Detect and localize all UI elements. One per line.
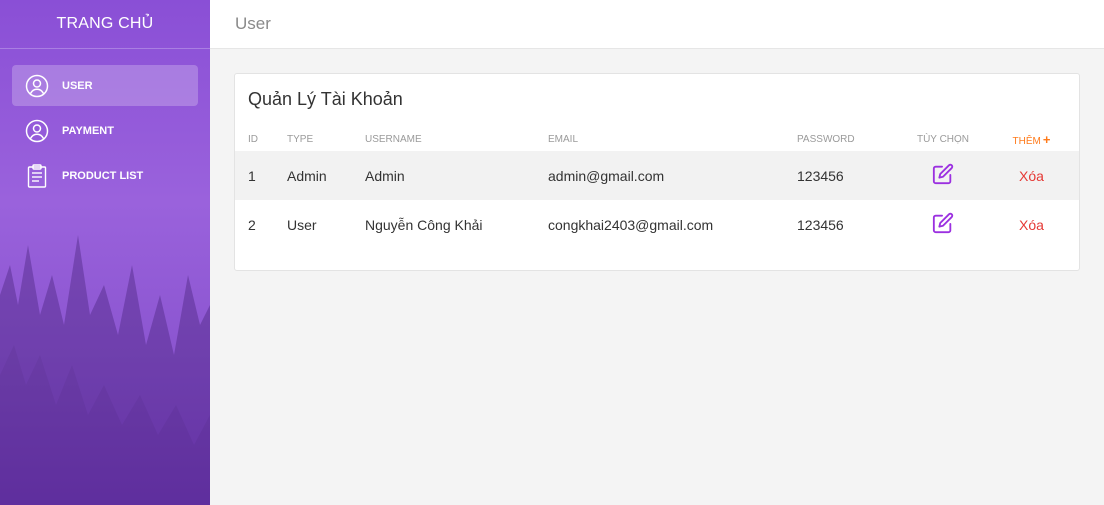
column-header-type: TYPE	[287, 133, 314, 145]
sidebar-nav: USER PAYMENT PRODUCT LIST	[0, 49, 210, 196]
user-circle-icon	[24, 118, 50, 144]
sidebar-item-label: USER	[62, 79, 93, 92]
column-header-email: EMAIL	[548, 133, 579, 145]
user-circle-icon	[24, 73, 50, 99]
cell-email: congkhai2403@gmail.com	[548, 216, 714, 233]
sidebar-item-label: PAYMENT	[62, 124, 114, 137]
cell-username: Nguyễn Công Khải	[365, 216, 483, 233]
column-header-username: USERNAME	[365, 133, 422, 145]
column-header-id: ID	[248, 133, 258, 145]
brand-title[interactable]: TRANG CHỦ	[0, 0, 210, 49]
cell-options	[902, 151, 984, 200]
cell-options	[902, 200, 984, 249]
top-bar: User	[210, 0, 1104, 49]
sidebar-item-label: PRODUCT LIST	[62, 169, 144, 182]
edit-icon[interactable]	[932, 212, 954, 234]
plus-icon: +	[1042, 131, 1051, 147]
table-header-row: ID TYPE USERNAME EMAIL PASSWORD TÙY CHỌN…	[235, 127, 1079, 151]
table-row: 1 Admin Admin admin@gmail.com 123456 Xóa	[235, 151, 1079, 200]
card-title: Quản Lý Tài Khoản	[248, 89, 403, 109]
page-title: User	[235, 14, 271, 33]
cell-username: Admin	[365, 151, 548, 200]
column-header-options: TÙY CHỌN	[916, 133, 970, 145]
add-label: THÊM	[1012, 135, 1041, 147]
cell-type: Admin	[287, 151, 365, 200]
delete-link[interactable]: Xóa	[1019, 217, 1044, 233]
account-management-card: Quản Lý Tài Khoản ID TYPE USERNAME EMAIL…	[234, 73, 1080, 271]
forest-background-image	[0, 235, 210, 505]
cell-id: 2	[248, 216, 256, 233]
cell-password: 123456	[797, 151, 902, 200]
sidebar-item-user[interactable]: USER	[12, 65, 198, 106]
add-button[interactable]: THÊM +	[984, 127, 1079, 151]
cell-email: admin@gmail.com	[548, 151, 797, 200]
users-table: ID TYPE USERNAME EMAIL PASSWORD TÙY CHỌN…	[235, 127, 1079, 249]
sidebar: TRANG CHỦ USER PAYMENT PRODUCT LIST	[0, 0, 210, 505]
cell-password: 123456	[797, 216, 844, 233]
table-row: 2 User Nguyễn Công Khải congkhai2403@gma…	[235, 200, 1079, 249]
sidebar-item-product-list[interactable]: PRODUCT LIST	[12, 155, 198, 196]
column-header-password: PASSWORD	[797, 133, 855, 145]
cell-delete: Xóa	[984, 200, 1079, 249]
edit-icon[interactable]	[932, 163, 954, 185]
cell-type: User	[287, 216, 317, 233]
delete-link[interactable]: Xóa	[1019, 168, 1044, 184]
sidebar-item-payment[interactable]: PAYMENT	[12, 110, 198, 151]
clipboard-icon	[24, 163, 50, 189]
cell-id: 1	[235, 151, 287, 200]
cell-delete: Xóa	[984, 151, 1079, 200]
